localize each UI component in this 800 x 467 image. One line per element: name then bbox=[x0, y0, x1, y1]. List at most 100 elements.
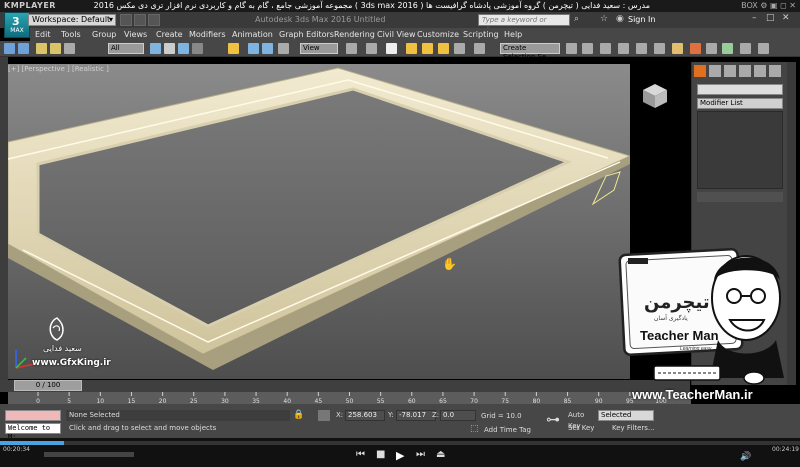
y-coordinate-field[interactable]: -78.017 bbox=[396, 410, 436, 421]
open-file-icon[interactable] bbox=[134, 14, 146, 26]
toolbar-extra-icon[interactable] bbox=[740, 43, 751, 54]
previous-icon[interactable]: ⏮ bbox=[356, 449, 365, 460]
key-mode-dropdown[interactable]: Selected bbox=[598, 410, 654, 421]
align-icon[interactable] bbox=[582, 43, 593, 54]
display-tab-icon[interactable] bbox=[754, 65, 766, 77]
player-window-controls[interactable]: BOX ⚙ ▣ ◻ ✕ bbox=[741, 0, 796, 12]
modifier-stack[interactable] bbox=[697, 111, 783, 189]
menu-graph-editors[interactable]: Graph Editors bbox=[279, 28, 334, 41]
modifier-list-dropdown[interactable]: Modifier List bbox=[697, 98, 783, 109]
select-manipulate-icon[interactable] bbox=[366, 43, 377, 54]
menu-customize[interactable]: Customize bbox=[417, 28, 459, 41]
angle-snap-icon[interactable] bbox=[422, 43, 433, 54]
auto-key-button[interactable]: Auto Key bbox=[568, 410, 596, 430]
toolbar-extra-2-icon[interactable] bbox=[758, 43, 769, 54]
link-icon[interactable] bbox=[36, 43, 47, 54]
redo-icon[interactable] bbox=[18, 43, 29, 54]
placement-icon[interactable] bbox=[278, 43, 289, 54]
menu-edit[interactable]: Edit bbox=[35, 28, 51, 41]
menu-civil-view[interactable]: Civil View bbox=[377, 28, 416, 41]
time-tag-icon[interactable]: ⬚ bbox=[470, 424, 480, 435]
maximize-icon[interactable]: □ bbox=[766, 13, 778, 25]
new-file-icon[interactable] bbox=[120, 14, 132, 26]
rendered-frame-window-icon[interactable] bbox=[706, 43, 717, 54]
bind-spacewarp-icon[interactable] bbox=[64, 43, 75, 54]
search-icon[interactable]: ⌕ bbox=[574, 14, 584, 26]
mirror-icon[interactable] bbox=[566, 43, 577, 54]
keyboard-shortcut-icon[interactable] bbox=[386, 43, 397, 54]
play-icon[interactable]: ▶ bbox=[396, 449, 404, 462]
application-button[interactable]: 3 MAX bbox=[4, 12, 30, 38]
search-input[interactable]: Type a keyword or phrase bbox=[478, 14, 570, 34]
menu-create[interactable]: Create bbox=[156, 28, 183, 41]
percent-snap-icon[interactable] bbox=[438, 43, 449, 54]
menu-animation[interactable]: Animation bbox=[232, 28, 273, 41]
key-filters-button[interactable]: Key Filters... bbox=[612, 423, 662, 434]
snaps-toggle-icon[interactable] bbox=[406, 43, 417, 54]
named-selection-dropdown[interactable]: Create Selection Se bbox=[500, 43, 560, 61]
material-editor-icon[interactable] bbox=[672, 43, 683, 54]
pivot-center-icon[interactable] bbox=[346, 43, 357, 54]
maxscript-listener[interactable] bbox=[5, 410, 61, 421]
menu-rendering[interactable]: Rendering bbox=[334, 28, 375, 41]
menu-scripting[interactable]: Scripting bbox=[463, 28, 499, 41]
rectangle-selection-icon[interactable] bbox=[178, 43, 189, 54]
select-object-icon[interactable] bbox=[150, 43, 161, 54]
window-crossing-icon[interactable] bbox=[192, 43, 203, 54]
add-time-tag-button[interactable]: Add Time Tag bbox=[484, 426, 531, 434]
eject-icon[interactable]: ⏏ bbox=[436, 449, 445, 460]
stop-icon[interactable]: ■ bbox=[376, 449, 385, 460]
player-settings-strip[interactable] bbox=[44, 452, 134, 457]
spinner-snap-icon[interactable] bbox=[454, 43, 465, 54]
time-slider[interactable]: 0 / 100 bbox=[14, 380, 82, 391]
curve-editor-icon[interactable] bbox=[636, 43, 647, 54]
schematic-view-icon[interactable] bbox=[654, 43, 665, 54]
scene-explorer-icon[interactable] bbox=[600, 43, 611, 54]
object-name-field[interactable] bbox=[697, 84, 783, 95]
menu-group[interactable]: Group bbox=[92, 28, 116, 41]
render-production-icon[interactable] bbox=[722, 43, 733, 54]
minimize-icon[interactable]: – bbox=[752, 13, 764, 25]
maxscript-mini-listener[interactable]: Welcome to M: bbox=[5, 423, 61, 441]
select-scale-icon[interactable] bbox=[262, 43, 273, 54]
undo-icon[interactable] bbox=[4, 43, 15, 54]
menu-tools[interactable]: Tools bbox=[61, 28, 81, 41]
menu-views[interactable]: Views bbox=[124, 28, 147, 41]
utilities-tab-icon[interactable] bbox=[769, 65, 781, 77]
selection-filter-dropdown[interactable]: All bbox=[108, 43, 144, 54]
seek-bar[interactable] bbox=[0, 441, 800, 445]
lock-selection-icon[interactable]: 🔒 bbox=[293, 410, 304, 421]
modify-tab-icon[interactable] bbox=[709, 65, 721, 77]
render-setup-icon[interactable] bbox=[690, 43, 701, 54]
z-coordinate-field[interactable]: 0.0 bbox=[440, 410, 476, 421]
hierarchy-tab-icon[interactable] bbox=[724, 65, 736, 77]
set-key-mode-icon[interactable]: ⊶ bbox=[546, 412, 564, 432]
star-icon[interactable]: ☆ bbox=[600, 14, 610, 26]
menu-modifiers[interactable]: Modifiers bbox=[189, 28, 226, 41]
select-move-icon[interactable] bbox=[228, 43, 239, 54]
set-key-button[interactable]: Set Key bbox=[568, 423, 596, 434]
viewcube-icon[interactable] bbox=[641, 82, 669, 110]
layer-explorer-icon[interactable] bbox=[618, 43, 629, 54]
volume-icon[interactable]: 🔊 bbox=[740, 452, 751, 462]
perspective-viewport[interactable] bbox=[8, 64, 630, 379]
menu-help[interactable]: Help bbox=[504, 28, 522, 41]
sign-in-button[interactable]: Sign In bbox=[628, 15, 655, 24]
reference-coordinate-dropdown[interactable]: View bbox=[300, 43, 338, 54]
absolute-mode-icon[interactable] bbox=[318, 410, 330, 421]
select-rotate-icon[interactable] bbox=[248, 43, 259, 54]
edit-named-selection-icon[interactable] bbox=[474, 43, 485, 54]
unlink-icon[interactable] bbox=[50, 43, 61, 54]
next-icon[interactable]: ⏭ bbox=[416, 449, 425, 460]
close-icon[interactable]: ✕ bbox=[782, 13, 794, 25]
workspace-dropdown[interactable]: Workspace: Default ▾ bbox=[28, 14, 116, 26]
viewport-label[interactable]: [+] [Perspective ] [Realistic ] bbox=[8, 65, 109, 73]
save-file-icon[interactable] bbox=[148, 14, 160, 26]
motion-tab-icon[interactable] bbox=[739, 65, 751, 77]
stack-tools-row[interactable] bbox=[697, 192, 783, 202]
create-tab-icon[interactable] bbox=[694, 65, 706, 77]
x-coordinate-field[interactable]: 258.603 bbox=[345, 410, 385, 421]
ribbon-collapsed-strip[interactable] bbox=[0, 57, 8, 385]
prompt-line: Click and drag to select and move object… bbox=[69, 424, 217, 432]
select-by-name-icon[interactable] bbox=[164, 43, 175, 54]
